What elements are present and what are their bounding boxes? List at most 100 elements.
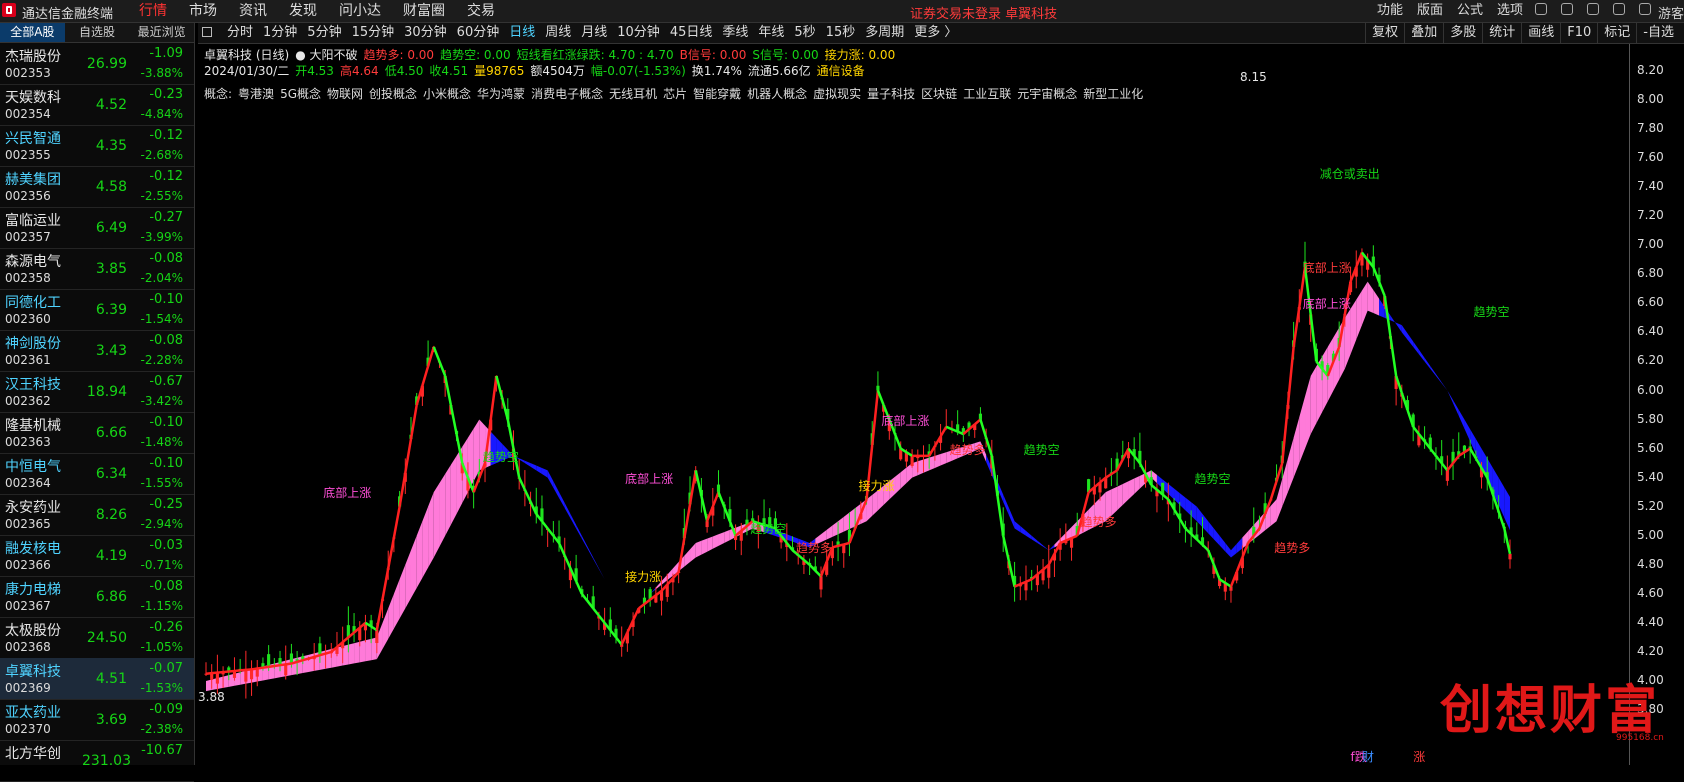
panel-toggle-icon[interactable] (202, 27, 212, 37)
menu-item-ask[interactable]: 问小达 (328, 0, 392, 22)
concept-tag[interactable]: 消费电子概念 (531, 87, 603, 101)
stock-row[interactable]: 赫美集团 002356 4.58 -0.12 -2.55% (0, 166, 194, 208)
trend-band-segment (433, 483, 440, 558)
stock-row[interactable]: 富临运业 002357 6.49 -0.27 -3.99% (0, 207, 194, 249)
concept-tag[interactable]: 5G概念 (280, 87, 321, 101)
chart-tool-button[interactable]: 统计 (1482, 23, 1521, 43)
menu-item-formula[interactable]: 公式 (1450, 0, 1490, 22)
concept-tag[interactable]: 粤港澳 (238, 87, 274, 101)
period-tab[interactable]: 15秒 (821, 23, 861, 43)
concept-tag[interactable]: 智能穿戴 (693, 87, 741, 101)
period-tab[interactable]: 周线 (540, 23, 576, 43)
concept-tag[interactable]: 创投概念 (369, 87, 417, 101)
message-icon[interactable] (1613, 3, 1625, 15)
trend-line-segment (421, 365, 430, 387)
menu-item-trade[interactable]: 交易 (456, 0, 506, 22)
phone-icon[interactable] (1587, 3, 1599, 15)
period-tab[interactable]: 45日线 (665, 23, 718, 43)
menu-item-news[interactable]: 资讯 (228, 0, 278, 22)
trend-band-segment (1219, 535, 1226, 552)
period-tab[interactable]: 年线 (753, 23, 789, 43)
stock-row[interactable]: 太极股份 002368 24.50 -0.26 -1.05% (0, 617, 194, 659)
chart-tool-button[interactable]: 多股 (1443, 23, 1482, 43)
tab-watchlist[interactable]: 自选股 (65, 23, 130, 42)
y-tick-label: 6.60 (1637, 295, 1664, 310)
chart-tool-button[interactable]: -自选 (1636, 23, 1680, 43)
stock-row[interactable]: 卓翼科技 002369 4.51 -0.07 -1.53% (0, 658, 194, 700)
concept-tag[interactable]: 工业互联 (963, 87, 1011, 101)
concept-tag[interactable]: 新型工业化 (1083, 87, 1143, 101)
period-tab[interactable]: 60分钟 (452, 23, 505, 43)
trend-line-segment (876, 390, 885, 406)
stock-row[interactable]: 北方华创 231.03 -10.67 (0, 740, 194, 782)
stock-row[interactable]: 中恒电气 002364 6.34 -0.10 -1.55% (0, 453, 194, 495)
candle-body (978, 413, 982, 420)
period-tab[interactable]: 季线 (717, 23, 753, 43)
menu-item-layout[interactable]: 版面 (1410, 0, 1450, 22)
concept-tag[interactable]: 量子科技 (867, 87, 915, 101)
menu-item-wealth[interactable]: 财富圈 (392, 0, 456, 22)
period-tab[interactable]: 5秒 (789, 23, 820, 43)
chart-tool-button[interactable]: 标记 (1597, 23, 1636, 43)
tab-all-a-shares[interactable]: 全部A股 (0, 23, 65, 42)
period-tab[interactable]: 多周期 (860, 23, 909, 43)
tab-recent[interactable]: 最近浏览 (129, 23, 194, 42)
period-tab[interactable]: 1分钟 (258, 23, 302, 43)
menu-item-discover[interactable]: 发现 (278, 0, 328, 22)
stock-row[interactable]: 同德化工 002360 6.39 -0.10 -1.54% (0, 289, 194, 331)
stock-row[interactable]: 神剑股份 002361 3.43 -0.08 -2.28% (0, 330, 194, 372)
stock-row[interactable]: 融发核电 002366 4.19 -0.03 -0.71% (0, 535, 194, 577)
trend-line-segment (580, 593, 589, 602)
concept-tag[interactable]: 小米概念 (423, 87, 471, 101)
concept-tag[interactable]: 虚拟现实 (813, 87, 861, 101)
stock-row[interactable]: 汉王科技 002362 18.94 -0.67 -3.42% (0, 371, 194, 413)
copy-icon[interactable] (1561, 3, 1573, 15)
refresh-icon[interactable] (1535, 3, 1547, 15)
trend-line-segment (1503, 528, 1512, 555)
chart-tool-button[interactable]: F10 (1560, 23, 1597, 43)
chart-tool-button[interactable]: 叠加 (1404, 23, 1443, 43)
concept-tag[interactable]: 华为鸿蒙 (477, 87, 525, 101)
period-tab[interactable]: 10分钟 (612, 23, 665, 43)
period-tab[interactable]: 月线 (576, 23, 612, 43)
signal-marker: 涨 (1413, 750, 1426, 764)
trend-band-segment (1373, 290, 1380, 316)
chart-tool-button[interactable]: 画线 (1521, 23, 1560, 43)
stock-row[interactable]: 杰瑞股份 002353 26.99 -1.09 -3.88% (0, 43, 194, 85)
mail-icon[interactable] (1639, 3, 1651, 15)
trend-band-segment (1435, 374, 1442, 384)
chart-tool-button[interactable]: 复权 (1365, 23, 1404, 43)
concept-tag[interactable]: 芯片 (663, 87, 687, 101)
concept-tag[interactable]: 机器人概念 (747, 87, 807, 101)
period-tab[interactable]: 更多 〉 (909, 23, 962, 43)
concept-tag[interactable]: 物联网 (327, 87, 363, 101)
y-tick-label: 5.40 (1637, 469, 1664, 484)
trend-band-segment (900, 467, 907, 489)
concept-tag[interactable]: 元宇宙概念 (1017, 87, 1077, 101)
menu-item-exchange[interactable]: 市场 (178, 0, 228, 22)
period-tab[interactable]: 30分钟 (399, 23, 452, 43)
guest-user[interactable]: 游客 (1658, 3, 1684, 22)
period-tab[interactable]: 5分钟 (302, 23, 346, 43)
stock-row[interactable]: 森源电气 002358 3.85 -0.08 -2.04% (0, 248, 194, 290)
menu-item-options[interactable]: 选项 (1490, 0, 1530, 22)
stock-row[interactable]: 兴民智通 002355 4.35 -0.12 -2.68% (0, 125, 194, 167)
trend-band-segment (786, 534, 793, 542)
concept-tag[interactable]: 无线耳机 (609, 87, 657, 101)
stock-row[interactable]: 亚太药业 002370 3.69 -0.09 -2.38% (0, 699, 194, 741)
concept-tag[interactable]: 区块链 (921, 87, 957, 101)
period-tab[interactable]: 分时 (222, 23, 258, 43)
menu-item-function[interactable]: 功能 (1370, 0, 1410, 22)
menu-item-market[interactable]: 行情 (128, 0, 178, 22)
stock-row[interactable]: 天娱数科 002354 4.52 -0.23 -4.84% (0, 84, 194, 126)
login-notice[interactable]: 证券交易未登录 卓翼科技 (910, 3, 1057, 22)
period-tab[interactable]: 15分钟 (347, 23, 400, 43)
stock-row[interactable]: 隆基机械 002363 6.66 -0.10 -1.48% (0, 412, 194, 454)
stock-row[interactable]: 康力电梯 002367 6.86 -0.08 -1.15% (0, 576, 194, 618)
trend-line-segment (1150, 483, 1158, 491)
kline-chart[interactable] (198, 44, 1629, 765)
period-tab[interactable]: 日线 (504, 23, 540, 43)
y-tick-label: 6.80 (1637, 266, 1664, 281)
stock-row[interactable]: 永安药业 002365 8.26 -0.25 -2.94% (0, 494, 194, 536)
trend-band-segment (422, 506, 429, 578)
